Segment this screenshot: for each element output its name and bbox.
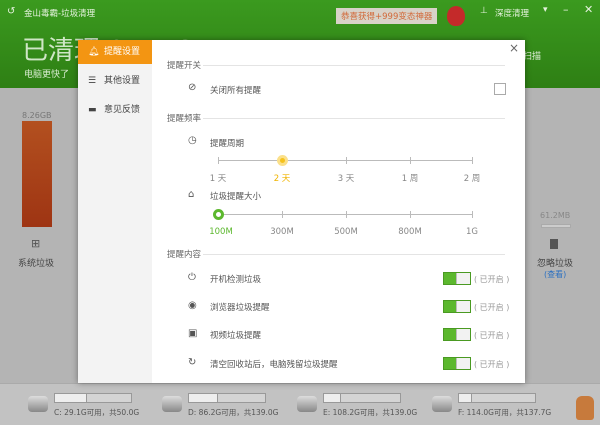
startup-check-toggle[interactable] [443, 272, 471, 285]
settings-sidebar: 🔔︎ 提醒设置 ☰ 其他设置 ▬ 意见反馈 [78, 40, 152, 383]
drive-usage-bar [188, 393, 266, 403]
alarm-icon: ⌂ [188, 189, 195, 200]
period-option-selected[interactable]: 2 天 [274, 172, 291, 184]
sidebar-item-label: 意见反馈 [104, 105, 141, 115]
system-junk-size: 8.26GB [22, 111, 52, 120]
close-all-label: 关闭所有提醒 [210, 86, 262, 96]
system-junk-bar [22, 121, 52, 227]
period-option[interactable]: 2 周 [464, 172, 481, 184]
toggle-state: ( 已开启 ) [474, 360, 510, 369]
disk-icon [432, 396, 452, 412]
comment-icon: ▬ [88, 105, 97, 115]
disk-icon [297, 396, 317, 412]
close-window-button[interactable]: ✕ [584, 3, 593, 16]
trash-icon [550, 239, 558, 249]
drive-info: D: 86.2G可用，共139.0G [188, 408, 279, 417]
subtitle: 电脑更快了 [24, 70, 70, 80]
sidebar-item-label: 其他设置 [104, 76, 141, 86]
size-option[interactable]: 500M [334, 227, 358, 237]
disk-icon [162, 396, 182, 412]
toggle-state: ( 已开启 ) [474, 303, 510, 312]
view-ignored-link[interactable]: (查看) [544, 269, 566, 280]
menu-icon[interactable]: ▾ [543, 5, 548, 15]
bag-icon[interactable] [576, 396, 594, 420]
period-option[interactable]: 1 周 [402, 172, 419, 184]
drive-info: C: 29.1G可用，共50.0G [54, 408, 140, 417]
toggle-state: ( 已开启 ) [474, 275, 510, 284]
ignored-junk-bar [541, 224, 571, 228]
section-content: 提醒内容 [167, 250, 202, 260]
period-option[interactable]: 1 天 [210, 172, 227, 184]
broom-icon: ⊥ [480, 6, 488, 16]
browser-reminder-label: 浏览器垃圾提醒 [210, 303, 270, 313]
recycle-reminder-label: 清空回收站后，电脑残留垃圾提醒 [210, 360, 338, 370]
dialog-close-button[interactable]: × [509, 41, 519, 55]
video-icon: ▣ [188, 328, 198, 339]
drive-usage-bar [323, 393, 401, 403]
list-icon: ☰ [88, 76, 97, 86]
clock-icon: ◷ [188, 135, 197, 146]
size-slider[interactable] [213, 209, 473, 220]
drive-info: F: 114.0G可用，共137.7G [458, 408, 552, 417]
ignored-junk-label: 忽略垃圾 [537, 259, 574, 269]
ban-icon: ⊘ [188, 82, 197, 93]
size-label: 垃圾提醒大小 [210, 192, 262, 202]
settings-dialog: 🔔︎ 提醒设置 ☰ 其他设置 ▬ 意见反馈 × 提醒开关 ⊘ 关闭所有提醒 提醒频率 … [78, 40, 525, 383]
divider [203, 65, 505, 66]
promo-banner[interactable]: 恭喜获得+999变态神器 [336, 8, 438, 24]
recycle-icon: ↻ [188, 357, 197, 368]
period-slider-knob[interactable] [277, 155, 288, 166]
disk-icon [28, 396, 48, 412]
section-frequency: 提醒频率 [167, 114, 202, 124]
size-option[interactable]: 800M [398, 227, 422, 237]
system-junk-label: 系统垃圾 [18, 259, 55, 269]
deep-clean-button[interactable]: 深度清理 [495, 7, 529, 19]
sidebar-item-other[interactable]: ☰ 其他设置 [78, 69, 152, 93]
recycle-reminder-toggle[interactable] [443, 357, 471, 370]
drive-usage-bar [54, 393, 132, 403]
period-slider[interactable] [218, 155, 473, 166]
bell-icon: 🔔︎ [88, 47, 100, 57]
close-all-checkbox[interactable] [494, 83, 506, 95]
robot-mascot-icon[interactable] [447, 6, 465, 26]
drive-usage-bar [458, 393, 536, 403]
power-icon: ⏻ [188, 272, 196, 283]
toggle-state: ( 已开启 ) [474, 331, 510, 340]
startup-check-label: 开机检测垃圾 [210, 275, 262, 285]
sidebar-item-feedback[interactable]: ▬ 意见反馈 [78, 98, 152, 122]
size-slider-knob[interactable] [213, 209, 224, 220]
logo-icon: ↺ [7, 6, 16, 17]
ignored-junk-size: 61.2MB [540, 211, 571, 220]
sidebar-item-label: 提醒设置 [104, 47, 141, 57]
divider [203, 254, 505, 255]
windows-icon: ⊞ [31, 237, 41, 250]
size-option-selected[interactable]: 100M [209, 227, 233, 237]
browser-reminder-toggle[interactable] [443, 300, 471, 313]
period-label: 提醒周期 [210, 139, 245, 149]
divider [203, 118, 505, 119]
minimize-button[interactable]: – [563, 3, 569, 16]
section-switch: 提醒开关 [167, 61, 202, 71]
period-option[interactable]: 3 天 [338, 172, 355, 184]
sidebar-item-reminder[interactable]: 🔔︎ 提醒设置 [78, 40, 152, 64]
size-option[interactable]: 300M [270, 227, 294, 237]
video-reminder-toggle[interactable] [443, 328, 471, 341]
title-bar: ↺ 金山毒霸-垃圾清理 恭喜获得+999变态神器 ⊥ 深度清理 ▾ – ✕ [0, 0, 600, 26]
app-title: 金山毒霸-垃圾清理 [24, 9, 96, 19]
video-reminder-label: 视频垃圾提醒 [210, 331, 262, 341]
size-option[interactable]: 1G [466, 227, 478, 237]
browser-icon: ◉ [188, 300, 197, 311]
drive-info: E: 108.2G可用，共139.0G [323, 408, 418, 417]
